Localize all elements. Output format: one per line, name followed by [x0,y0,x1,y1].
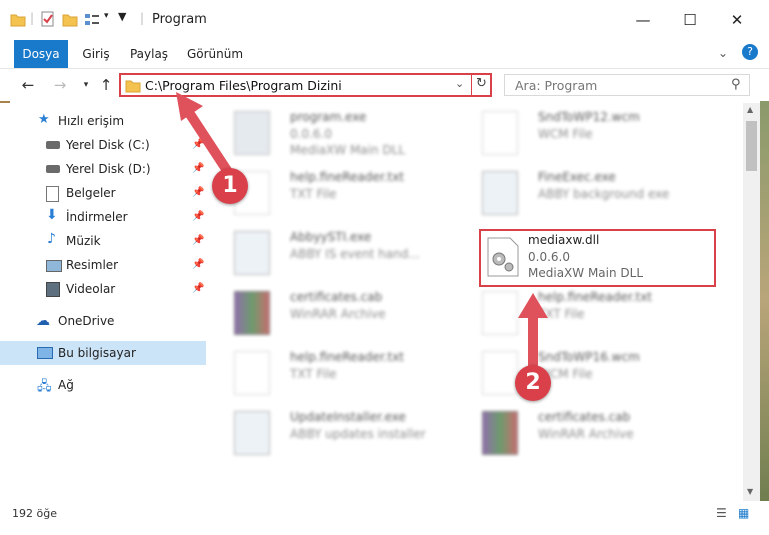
status-bar: 192 öğe ☰ ▦ [0,502,769,535]
item-count: 192 öğe [12,507,57,520]
annotation-badge-1: 1 [212,168,248,204]
annotation-arrows [176,92,548,370]
arrow-1 [176,92,233,177]
tiles-view-icon[interactable]: ▦ [738,506,749,520]
details-view-icon[interactable]: ☰ [716,506,727,520]
arrow-2 [518,293,548,370]
annotation-badge-2: 2 [515,365,551,401]
